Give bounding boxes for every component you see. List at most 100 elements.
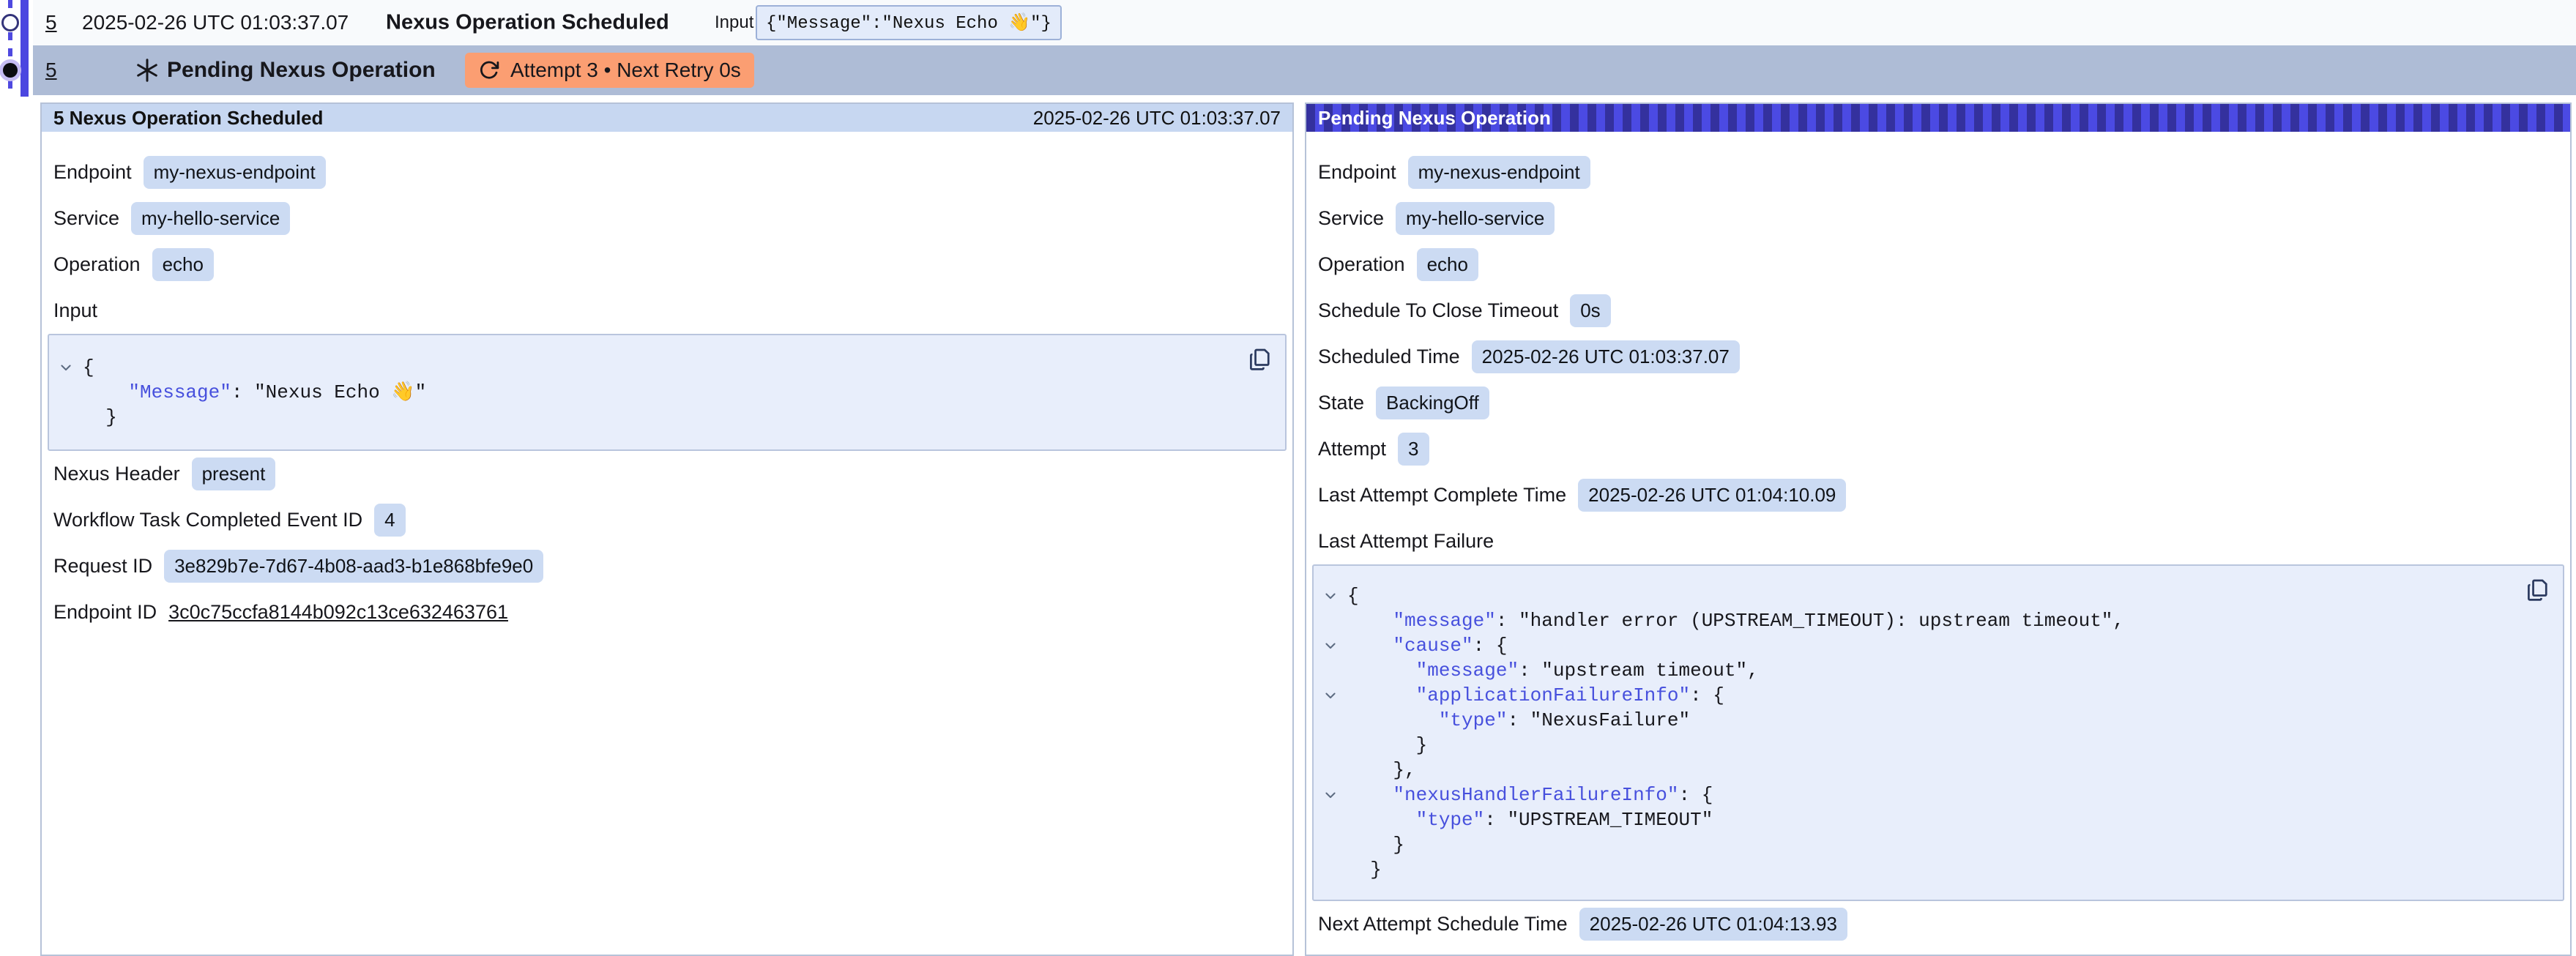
- event-detail-content: Endpoint my-nexus-endpoint Servicemy-hello…: [42, 132, 1292, 635]
- pending-event-name: Pending Nexus Operation: [167, 58, 436, 83]
- retry-icon: [478, 59, 500, 81]
- copy-button[interactable]: [1246, 344, 1273, 377]
- json-line: "message": "upstream timeout",: [1314, 658, 2563, 683]
- event-detail-time: 2025-02-26 UTC 01:03:37.07: [1033, 107, 1281, 130]
- json-line: "nexusHandlerFailureInfo": {: [1314, 783, 2563, 807]
- field-label: Operation: [1318, 253, 1405, 276]
- field-value-chip: 4: [374, 504, 405, 537]
- detail-field-row: Last Attempt Complete Time 2025-02-26 UTC…: [1306, 472, 2570, 518]
- field-label: Last Attempt Complete Time: [1318, 484, 1566, 507]
- field-label: Endpoint: [53, 161, 132, 184]
- json-line: }: [49, 405, 1285, 430]
- pending-operation-content: Endpointmy-nexus-endpoint Service my-hello…: [1306, 132, 2570, 947]
- detail-field-row: Endpoint my-nexus-endpoint: [42, 149, 1292, 195]
- json-line: "type": "NexusFailure": [1314, 708, 2563, 733]
- detail-field-row: Attempt3: [1306, 426, 2570, 472]
- json-text: "cause": {: [1347, 633, 1507, 658]
- field-label: Service: [1318, 207, 1384, 230]
- field-value-link[interactable]: 3c0c75ccfa8144b092c13ce632463761: [168, 601, 508, 624]
- json-text: {: [83, 355, 94, 380]
- field-value-chip: 2025-02-26 UTC 01:04:10.09: [1578, 479, 1846, 512]
- json-line: "applicationFailureInfo": {: [1314, 683, 2563, 708]
- field-value-chip: present: [192, 458, 276, 490]
- json-line: }: [1314, 733, 2563, 758]
- detail-field-row: Schedule To Close Timeout0s: [1306, 288, 2570, 334]
- chevron-down-icon[interactable]: [1314, 788, 1347, 802]
- detail-field-row: Nexus Header present: [42, 451, 1292, 497]
- pending-operation-header: Pending Nexus Operation: [1306, 104, 2570, 132]
- json-line: "cause": {: [1314, 633, 2563, 658]
- json-code-block: { "Message": "Nexus Echo 👋" }: [48, 334, 1287, 451]
- event-name: Nexus Operation Scheduled: [386, 11, 669, 35]
- event-id-link[interactable]: 5: [45, 11, 57, 34]
- field-value-chip: 0s: [1570, 294, 1610, 327]
- pending-operation-title: Pending Nexus Operation: [1318, 107, 1551, 130]
- field-label: Workflow Task Completed Event ID: [53, 509, 362, 531]
- event-detail-card: 5 Nexus Operation Scheduled 2025-02-26 U…: [40, 102, 1294, 956]
- field-label: Scheduled Time: [1318, 346, 1460, 368]
- json-text: }: [1347, 733, 1427, 758]
- field-value-chip: my-hello-service: [131, 202, 290, 235]
- json-line: {: [1314, 583, 2563, 608]
- json-text: }: [1347, 857, 1382, 882]
- field-label: Nexus Header: [53, 463, 180, 485]
- json-line: },: [1314, 758, 2563, 783]
- input-inline-label: Input: [715, 12, 753, 33]
- event-id-link[interactable]: 5: [45, 59, 57, 82]
- json-line: "Message": "Nexus Echo 👋": [49, 380, 1285, 405]
- chevron-down-icon[interactable]: [1314, 589, 1347, 603]
- json-line: "message": "handler error (UPSTREAM_TIME…: [1314, 608, 2563, 633]
- json-line: {: [49, 355, 1285, 380]
- chevron-down-icon[interactable]: [1314, 638, 1347, 653]
- history-row-pending[interactable]: 5 Pending Nexus Operation Attempt 3 • Ne…: [33, 45, 2576, 95]
- field-value-chip: my-nexus-endpoint: [144, 156, 326, 189]
- workflow-history-page: { "colors": { "accent_indigo": "#4b46e0"…: [0, 0, 2576, 956]
- event-timestamp: 2025-02-26 UTC 01:03:37.07: [82, 11, 349, 34]
- json-text: {: [1347, 583, 1359, 608]
- field-value-chip: BackingOff: [1376, 386, 1489, 419]
- field-value-chip: echo: [152, 248, 214, 281]
- copy-button[interactable]: [2523, 575, 2551, 608]
- json-line: }: [1314, 832, 2563, 857]
- detail-field-row: Servicemy-hello-service: [42, 195, 1292, 242]
- pending-asterisk-icon: [134, 57, 160, 83]
- detail-field-row: Operation echo: [1306, 242, 2570, 288]
- detail-field-row: Operation echo: [42, 242, 1292, 288]
- field-value-chip: echo: [1417, 248, 1478, 281]
- field-value-chip: my-nexus-endpoint: [1408, 156, 1590, 189]
- input-inline-value: {"Message":"Nexus Echo 👋"}: [756, 5, 1062, 40]
- history-row-scheduled[interactable]: 5 2025-02-26 UTC 01:03:37.07 Nexus Opera…: [33, 0, 2576, 45]
- json-text: }: [1347, 832, 1404, 857]
- json-line: }: [1314, 857, 2563, 882]
- json-text: "message": "upstream timeout",: [1347, 658, 1759, 683]
- json-text: "nexusHandlerFailureInfo": {: [1347, 783, 1713, 807]
- field-label: Request ID: [53, 555, 152, 578]
- detail-field-row: Endpointmy-nexus-endpoint: [1306, 149, 2570, 195]
- field-value-chip: 2025-02-26 UTC 01:04:13.93: [1579, 908, 1847, 941]
- json-line: "type": "UPSTREAM_TIMEOUT": [1314, 807, 2563, 832]
- json-code-block: { "message": "handler error (UPSTREAM_TI…: [1312, 564, 2564, 901]
- hollow-circle-icon: [1, 14, 19, 31]
- event-detail-header: 5 Nexus Operation Scheduled 2025-02-26 U…: [42, 104, 1292, 132]
- json-text: "Message": "Nexus Echo 👋": [83, 380, 426, 405]
- field-value-chip: 3e829b7e-7d67-4b08-aad3-b1e868bfe9e0: [164, 550, 543, 583]
- field-value-chip: 2025-02-26 UTC 01:03:37.07: [1472, 340, 1740, 373]
- detail-field-row: State BackingOff: [1306, 380, 2570, 426]
- timeline-active-bar: [21, 0, 29, 97]
- field-label: Operation: [53, 253, 141, 276]
- chevron-down-icon[interactable]: [49, 360, 83, 375]
- json-text: }: [83, 405, 117, 430]
- detail-field-row: Service my-hello-service: [1306, 195, 2570, 242]
- json-text: "type": "UPSTREAM_TIMEOUT": [1347, 807, 1713, 832]
- pending-operation-card: Pending Nexus Operation Endpointmy-nexus…: [1305, 102, 2572, 956]
- json-text: },: [1347, 758, 1416, 783]
- detail-field-row: Workflow Task Completed Event ID 4: [42, 497, 1292, 543]
- chevron-down-icon[interactable]: [1314, 688, 1347, 703]
- field-value-chip: my-hello-service: [1396, 202, 1555, 235]
- detail-field-row: Endpoint ID3c0c75ccfa8144b092c13ce632463…: [42, 589, 1292, 635]
- field-label: Next Attempt Schedule Time: [1318, 913, 1568, 936]
- section-label: Last Attempt Failure: [1306, 518, 2570, 564]
- section-label: Input: [42, 288, 1292, 334]
- filled-circle-icon: [3, 63, 18, 78]
- field-label: State: [1318, 392, 1364, 414]
